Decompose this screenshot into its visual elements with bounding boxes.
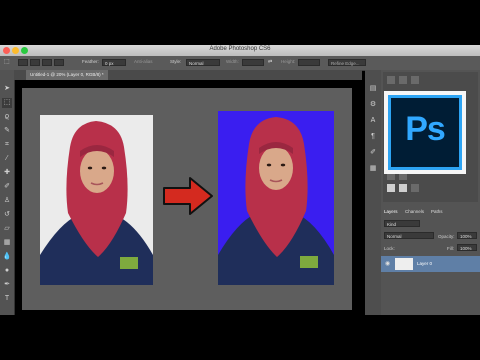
document-tab-bar: Untitled-1 @ 20% (Layer 0, RGB/8) * [14,70,362,80]
new-selection-mode-button[interactable] [18,59,28,66]
lock-row: Lock: Fill: 100% [381,244,480,253]
swatches-panel-icon[interactable]: ▦ [368,164,378,174]
move-tool-icon[interactable]: ➤ [2,84,12,94]
style-label: Style: [170,59,182,64]
crop-tool-icon[interactable]: ⌗ [2,140,12,150]
window-title: Adobe Photoshop CS6 [209,46,271,52]
antialias-checkbox[interactable]: Anti-alias [134,59,153,64]
document-tab[interactable]: Untitled-1 @ 20% (Layer 0, RGB/8) * [26,70,108,80]
feather-label: Feather: [82,59,99,64]
height-label: Height: [281,59,296,64]
tab-channels[interactable]: Channels [405,209,424,214]
intersect-selection-mode-button[interactable] [54,59,64,66]
history-panel-icon[interactable]: ▤ [368,84,378,94]
kind-filter-select[interactable]: Kind [384,220,420,227]
layer-thumbnail [395,258,413,270]
marquee-tool-icon[interactable]: ⬚ [4,58,10,65]
style-select[interactable]: Normal [186,59,220,66]
layer-filter-row: Kind [381,220,480,229]
clone-stamp-tool-icon[interactable]: ♙ [2,196,12,206]
lock-label: Lock: [384,246,395,251]
eyedropper-tool-icon[interactable]: ⁄ [2,154,12,164]
lasso-tool-icon[interactable]: ϱ [2,112,12,122]
pen-tool-icon[interactable]: ✒ [2,280,12,290]
panel-dock: ▤ ⚙ A ¶ ✐ ▦ [365,70,381,315]
photo-before [40,115,153,285]
blend-mode-select[interactable]: Normal [384,232,434,239]
arrow-right-icon [163,177,213,215]
height-input[interactable] [298,59,320,66]
opacity-input[interactable]: 100% [457,232,477,239]
eraser-tool-icon[interactable]: ▱ [2,224,12,234]
width-input[interactable] [242,59,264,66]
layer-row[interactable]: ◉ Layer 0 [381,256,480,272]
properties-panel-icon[interactable]: ⚙ [368,100,378,110]
gradient-tool-icon[interactable]: ▦ [2,238,12,248]
title-bar: Adobe Photoshop CS6 [0,45,480,56]
brush-panel-icon[interactable]: ✐ [368,148,378,158]
photoshop-logo: Ps [388,95,462,170]
refine-edge-button[interactable]: Refine Edge... [328,59,366,66]
blend-row: Normal Opacity: 100% [381,232,480,241]
layer-name: Layer 0 [417,261,433,266]
quick-selection-tool-icon[interactable]: ✎ [2,126,12,136]
tab-paths[interactable]: Paths [431,209,443,214]
character-panel-icon[interactable]: A [368,116,378,126]
dodge-tool-icon[interactable]: ● [2,266,12,276]
rectangular-marquee-tool-icon[interactable]: ⬚ [2,98,12,108]
photo-after [218,111,334,285]
subtract-selection-mode-button[interactable] [42,59,52,66]
opacity-label: Opacity: [438,234,455,239]
visibility-eye-icon[interactable]: ◉ [385,260,390,267]
healing-brush-tool-icon[interactable]: ✚ [2,168,12,178]
swap-icon[interactable]: ⇄ [268,59,272,65]
history-brush-tool-icon[interactable]: ↺ [2,210,12,220]
tab-layers[interactable]: Layers [384,209,398,214]
feather-input[interactable]: 0 px [102,59,126,66]
brush-tool-icon[interactable]: ✐ [2,182,12,192]
document-canvas[interactable] [22,88,352,310]
fill-label: Fill: [447,246,454,251]
fill-input[interactable]: 100% [457,244,477,251]
add-selection-mode-button[interactable] [30,59,40,66]
tools-panel: ➤ ⬚ ϱ ✎ ⌗ ⁄ ✚ ✐ ♙ ↺ ▱ ▦ 💧 ● ✒ T [0,70,15,315]
type-tool-icon[interactable]: T [2,294,12,304]
paragraph-panel-icon[interactable]: ¶ [368,132,378,142]
blur-tool-icon[interactable]: 💧 [2,252,12,262]
photoshop-logo-text: Ps [405,110,446,148]
options-bar: ⬚ Feather: 0 px Anti-alias Style: Normal… [0,56,480,71]
width-label: Width: [226,59,239,64]
